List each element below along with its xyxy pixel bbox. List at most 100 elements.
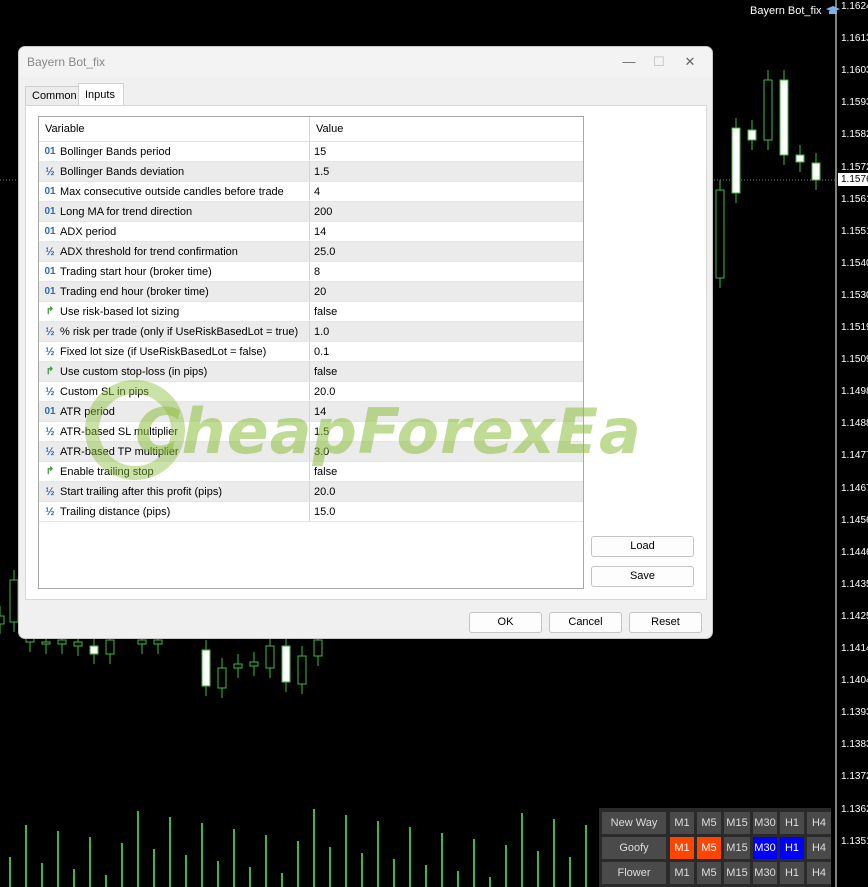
timeframe-button-h1[interactable]: H1 [780,837,804,859]
timeframe-button-h4[interactable]: H4 [807,837,831,859]
boolean-type-icon: ↱ [45,306,55,317]
integer-type-icon: 01 [44,226,56,237]
reset-button[interactable]: Reset [629,612,702,633]
price-tick-label: 1.1446 [841,546,868,558]
table-row[interactable]: ½ ATR-based TP multiplier 3.0 [39,442,583,462]
inputs-panel: Variable Value 01 Bollinger Bands period 1… [25,105,707,600]
value-cell[interactable]: 8 [310,262,583,281]
table-row[interactable]: ½ Trailing distance (pips) 15.0 [39,502,583,522]
table-row[interactable]: ½ Custom SL in pips 20.0 [39,382,583,402]
save-button[interactable]: Save [591,566,694,587]
timeframe-button-h1[interactable]: H1 [780,862,804,884]
timeframe-button-m5[interactable]: M5 [697,862,721,884]
value-cell[interactable]: 15 [310,142,583,161]
variable-name: Enable trailing stop [60,465,154,478]
close-button[interactable]: ✕ [675,51,705,73]
variable-cell: 01 Long MA for trend direction [39,202,310,221]
price-tick-label: 1.1456 [841,514,868,526]
value-cell[interactable]: 25.0 [310,242,583,261]
price-tick-label: 1.1603 [841,65,868,77]
double-type-icon: ½ [45,245,55,258]
value-cell[interactable]: 15.0 [310,502,583,521]
table-row[interactable]: ½ Start trailing after this profit (pips)… [39,482,583,502]
table-row[interactable]: 01 Trading start hour (broker time) 8 [39,262,583,282]
strategy-name-button[interactable]: Goofy [602,837,666,859]
value-cell[interactable]: 14 [310,222,583,241]
timeframe-button-h4[interactable]: H4 [807,812,831,834]
minimize-button[interactable]: — [614,51,644,73]
table-row[interactable]: 01 Max consecutive outside candles before… [39,182,583,202]
table-row[interactable]: 01 ATR period 14 [39,402,583,422]
value-cell[interactable]: 1.5 [310,422,583,441]
timeframe-button-h4[interactable]: H4 [807,862,831,884]
value-cell[interactable]: 1.0 [310,322,583,341]
header-value[interactable]: Value [310,117,583,141]
value-cell[interactable]: false [310,302,583,321]
table-row[interactable]: ½ % risk per trade (only if UseRiskBasedL… [39,322,583,342]
table-row[interactable]: ½ ADX threshold for trend confirmation 25.… [39,242,583,262]
timeframe-button-m5[interactable]: M5 [697,837,721,859]
timeframe-button-m1[interactable]: M1 [670,837,694,859]
integer-type-icon: 01 [44,406,56,417]
tab-common[interactable]: Common [25,86,79,105]
value-cell[interactable]: 20.0 [310,382,583,401]
cancel-button[interactable]: Cancel [549,612,622,633]
variable-cell: ½ % risk per trade (only if UseRiskBasedL… [39,322,310,341]
timeframe-button-m5[interactable]: M5 [697,812,721,834]
tab-inputs[interactable]: Inputs [78,83,124,105]
price-tick-label: 1.1624 [841,1,868,12]
table-row[interactable]: 01 Trading end hour (broker time) 20 [39,282,583,302]
price-tick-label: 1.1425 [841,610,868,622]
value-cell[interactable]: 20 [310,282,583,301]
variable-name: % risk per trade (only if UseRiskBasedLo… [60,325,299,338]
strategy-name-button[interactable]: New Way [602,812,666,834]
timeframe-button-m1[interactable]: M1 [670,862,694,884]
table-row[interactable]: ↱ Use risk-based lot sizing false [39,302,583,322]
timeframe-button-m15[interactable]: M15 [724,837,750,859]
table-row[interactable]: ½ Bollinger Bands deviation 1.5 [39,162,583,182]
table-row[interactable]: ½ ATR-based SL multiplier 1.5 [39,422,583,442]
table-row[interactable]: 01 ADX period 14 [39,222,583,242]
value-cell[interactable]: 3.0 [310,442,583,461]
table-row[interactable]: ↱ Enable trailing stop false [39,462,583,482]
table-row[interactable]: 01 Long MA for trend direction 200 [39,202,583,222]
table-row[interactable]: ½ Fixed lot size (if UseRiskBasedLot = fa… [39,342,583,362]
value-cell[interactable]: 1.5 [310,162,583,181]
price-tick-label: 1.1530 [841,289,868,301]
variable-name: Long MA for trend direction [60,205,193,218]
maximize-button[interactable]: ☐ [644,51,674,73]
value-cell[interactable]: false [310,462,583,481]
double-type-icon: ½ [45,345,55,358]
boolean-type-icon: ↱ [45,466,55,477]
boolean-type-icon: ↱ [45,366,55,377]
timeframe-button-m30[interactable]: M30 [753,862,777,884]
value-cell[interactable]: 4 [310,182,583,201]
integer-type-icon: 01 [44,186,56,197]
timeframe-button-m1[interactable]: M1 [670,812,694,834]
value-cell[interactable]: 200 [310,202,583,221]
price-tick-label: 1.1593 [841,97,868,109]
strategy-name-button[interactable]: Flower [602,862,666,884]
ok-button[interactable]: OK [469,612,542,633]
value-cell[interactable]: 0.1 [310,342,583,361]
value-cell[interactable]: false [310,362,583,381]
timeframe-button-m30[interactable]: M30 [753,812,777,834]
timeframe-button-m15[interactable]: M15 [724,862,750,884]
table-row[interactable]: ↱ Use custom stop-loss (in pips) false [39,362,583,382]
value-cell[interactable]: 14 [310,402,583,421]
load-button[interactable]: Load [591,536,694,557]
variable-cell: ↱ Enable trailing stop [39,462,310,481]
price-tick-label: 1.1498 [841,386,868,398]
title-bar[interactable]: Bayern Bot_fix — ☐ ✕ [19,47,712,77]
variable-name: ADX threshold for trend confirmation [60,245,238,258]
dialog-title: Bayern Bot_fix [27,55,106,69]
timeframe-button-h1[interactable]: H1 [780,812,804,834]
header-variable[interactable]: Variable [39,117,310,141]
timeframe-button-m30[interactable]: M30 [753,837,777,859]
value-cell[interactable]: 20.0 [310,482,583,501]
inputs-table: Variable Value 01 Bollinger Bands period 1… [38,116,584,589]
table-row[interactable]: 01 Bollinger Bands period 15 [39,142,583,162]
variable-cell: 01 Bollinger Bands period [39,142,310,161]
variable-name: Trading start hour (broker time) [60,265,212,278]
timeframe-button-m15[interactable]: M15 [724,812,750,834]
